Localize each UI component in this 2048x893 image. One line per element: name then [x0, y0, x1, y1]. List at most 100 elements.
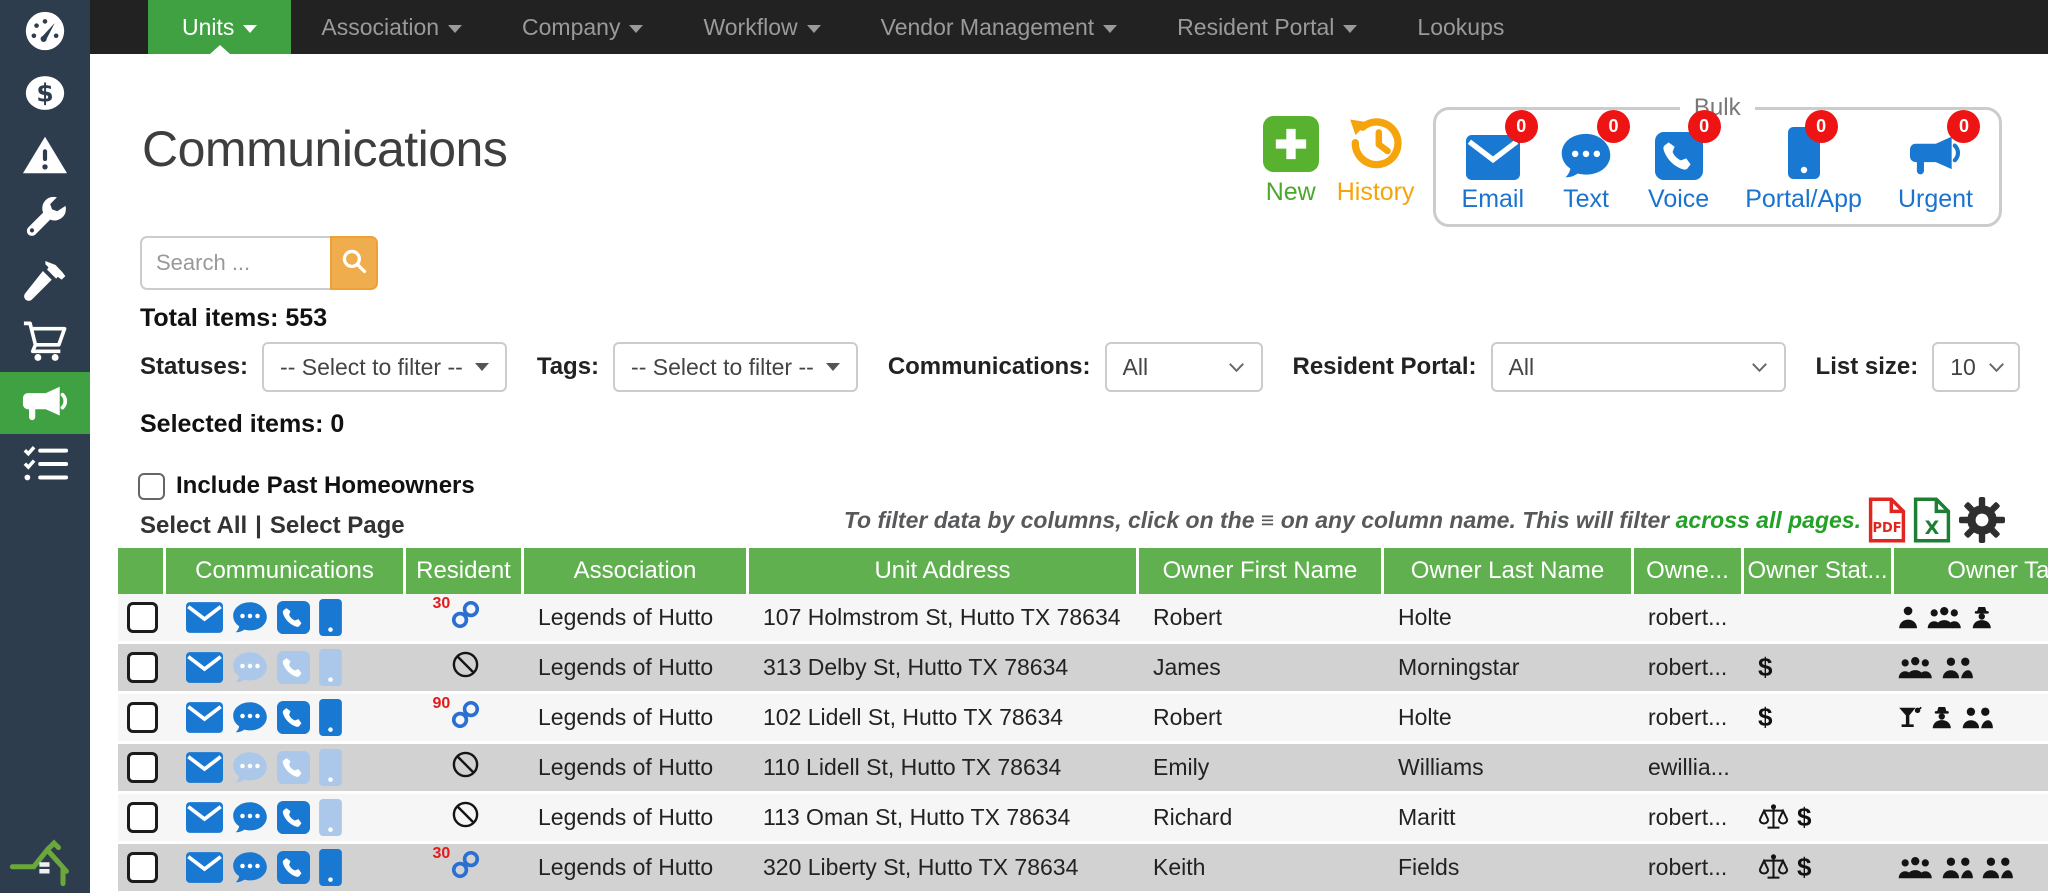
nav-item-resident-portal[interactable]: Resident Portal [1147, 0, 1387, 54]
sidebar-item-alerts[interactable] [0, 124, 90, 186]
excel-icon[interactable]: X [1913, 497, 1951, 543]
bulk-item-label: Voice [1648, 185, 1709, 214]
cell-resident [406, 794, 524, 844]
count-badge: 0 [1805, 110, 1838, 143]
cell-select [118, 694, 166, 744]
sidebar-item-purchasing[interactable] [0, 310, 90, 372]
sidebar-item-financials[interactable]: $ [0, 62, 90, 124]
voice-icon[interactable] [277, 851, 310, 884]
nav-item-association[interactable]: Association [291, 0, 492, 54]
sidebar-item-dashboard[interactable] [0, 0, 90, 62]
column-header-owner-last-name[interactable]: Owner Last Name [1384, 548, 1634, 594]
bulk-portal-app-button[interactable]: 0Portal/App [1745, 124, 1862, 214]
text-icon[interactable] [232, 651, 268, 684]
search-input[interactable] [140, 236, 330, 290]
search-button[interactable] [330, 236, 378, 290]
sidebar-item-projects[interactable] [0, 248, 90, 310]
email-icon[interactable] [186, 852, 223, 883]
column-header-owner-status[interactable]: Owner Stat... [1744, 548, 1894, 594]
cell-owner-first-name: Richard [1139, 794, 1384, 844]
column-header-owner-email[interactable]: Owne... [1634, 548, 1744, 594]
voice-icon[interactable] [277, 751, 310, 784]
cell-owner-email: robert... [1634, 694, 1744, 744]
row-checkbox[interactable] [127, 652, 158, 683]
sidebar-item-tasks[interactable] [0, 434, 90, 496]
voice-icon[interactable] [277, 651, 310, 684]
filter-list-size-select[interactable]: 10 [1932, 342, 2020, 392]
cell-owner-email: ewillia... [1634, 744, 1744, 794]
bulk-text-button[interactable]: 0Text [1560, 124, 1612, 214]
portal-icon[interactable] [319, 849, 342, 886]
text-icon[interactable] [232, 851, 268, 884]
dollar-circle-icon: $ [22, 70, 68, 116]
pdf-icon[interactable]: PDF [1868, 497, 1906, 543]
filter-list-size: List size:10 [1816, 342, 2021, 392]
nav-item-vendor-management[interactable]: Vendor Management [851, 0, 1148, 54]
include-past-label[interactable]: Include Past Homeowners [176, 472, 475, 500]
text-icon[interactable] [232, 701, 268, 734]
text-icon[interactable] [232, 801, 268, 834]
settings-icon[interactable] [1958, 496, 2006, 544]
filter-tags: Tags:-- Select to filter -- [537, 342, 858, 392]
text-icon[interactable] [232, 601, 268, 634]
voice-icon[interactable] [277, 601, 310, 634]
voice-icon[interactable] [277, 801, 310, 834]
column-header-unit-address[interactable]: Unit Address [749, 548, 1139, 594]
filter-communications-select[interactable]: All [1105, 342, 1263, 392]
nav-item-label: Lookups [1417, 14, 1504, 41]
filter-statuses-dropdown[interactable]: -- Select to filter -- [262, 342, 507, 392]
row-checkbox[interactable] [127, 852, 158, 883]
sidebar-item-maintenance[interactable] [0, 186, 90, 248]
sidebar: $ [0, 0, 90, 893]
column-header-association[interactable]: Association [524, 548, 749, 594]
filter-tags-dropdown[interactable]: -- Select to filter -- [613, 342, 858, 392]
portal-icon[interactable] [319, 599, 342, 636]
portal-icon[interactable] [319, 799, 342, 836]
voice-icon[interactable] [277, 701, 310, 734]
text-icon[interactable] [232, 751, 268, 784]
caret-down-icon [448, 25, 462, 33]
row-checkbox[interactable] [127, 702, 158, 733]
bulk-urgent-button[interactable]: 0Urgent [1898, 124, 1973, 214]
column-header-owner-first-name[interactable]: Owner First Name [1139, 548, 1384, 594]
nav-item-lookups[interactable]: Lookups [1387, 0, 1534, 54]
column-header-owner-tags[interactable]: Owner Tags [1894, 548, 2048, 594]
select-page-link[interactable]: Select Page [270, 512, 405, 539]
email-icon[interactable] [186, 602, 223, 633]
cell-owner-status: $ [1744, 694, 1894, 744]
email-icon[interactable] [186, 652, 223, 683]
sidebar-item-communications[interactable] [0, 372, 90, 434]
email-icon[interactable] [186, 752, 223, 783]
new-button[interactable]: New [1263, 116, 1319, 207]
include-past-checkbox[interactable] [138, 473, 165, 500]
cell-owner-last-name: Fields [1384, 844, 1634, 893]
column-header-select[interactable] [118, 548, 166, 594]
selected-items: Selected items: 0 [140, 410, 344, 439]
row-checkbox[interactable] [127, 602, 158, 633]
column-header-resident[interactable]: Resident [406, 548, 524, 594]
portal-icon[interactable] [319, 649, 342, 686]
email-icon[interactable] [186, 702, 223, 733]
homeowners-table-wrap: CommunicationsResidentAssociationUnit Ad… [118, 548, 2048, 893]
bulk-email-button[interactable]: 0Email [1462, 124, 1525, 214]
nav-item-workflow[interactable]: Workflow [673, 0, 850, 54]
search-bar [140, 236, 378, 290]
nav-item-company[interactable]: Company [492, 0, 673, 54]
email-icon[interactable] [186, 802, 223, 833]
select-all-link[interactable]: Select All [140, 512, 247, 539]
portal-icon[interactable] [319, 749, 342, 786]
portal-icon[interactable] [319, 699, 342, 736]
history-button[interactable]: History [1337, 116, 1415, 207]
link-icon[interactable]: 30 [450, 599, 481, 630]
link-icon[interactable]: 30 [450, 849, 481, 880]
bulk-voice-button[interactable]: 0Voice [1648, 124, 1709, 214]
row-checkbox[interactable] [127, 752, 158, 783]
link-icon[interactable]: 90 [450, 699, 481, 730]
nav-item-units[interactable]: Units [148, 0, 291, 54]
cell-resident: 30 [406, 594, 524, 644]
filter-resident-portal-select[interactable]: All [1491, 342, 1786, 392]
column-header-communications[interactable]: Communications [166, 548, 406, 594]
comment-icon: 0 [1560, 124, 1612, 180]
resident-count: 30 [433, 595, 451, 613]
row-checkbox[interactable] [127, 802, 158, 833]
